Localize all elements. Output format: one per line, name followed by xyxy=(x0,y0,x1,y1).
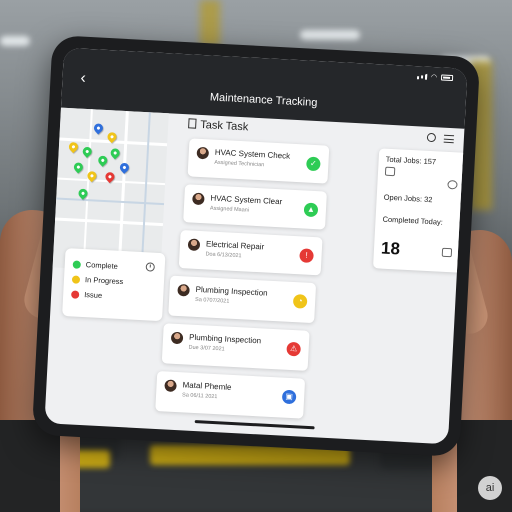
map-pin[interactable] xyxy=(118,161,131,174)
total-jobs: Total Jobs: 157 xyxy=(385,154,437,167)
avatar xyxy=(177,283,190,297)
alert-icon: ! xyxy=(299,248,314,264)
avatar xyxy=(192,192,205,206)
check-icon: ▲ xyxy=(303,202,319,218)
task-card[interactable]: Plumbing Inspection Sa 0707/2021 ◔ xyxy=(168,275,317,324)
tablet-device: ◠ ‹ Maintenance Tracking Complete In Pro… xyxy=(31,35,481,457)
progress-icon: ◔ xyxy=(292,294,308,309)
legend-label: Issue xyxy=(83,290,103,301)
search-icon[interactable] xyxy=(426,132,437,143)
info-icon: ▣ xyxy=(281,389,297,405)
map-pin[interactable] xyxy=(92,121,105,135)
task-list-title: Task Task xyxy=(188,118,249,134)
legend-item-issue: Issue xyxy=(71,286,156,305)
menu-icon[interactable] xyxy=(443,134,455,144)
chart-icon xyxy=(384,166,396,177)
task-card[interactable]: Electrical Repair Doa 6/13/2021 ! xyxy=(178,230,323,276)
task-name: Electrical Repair xyxy=(205,239,265,252)
task-card[interactable]: Matal Phemle Sa 06/11 2021 ▣ xyxy=(155,371,306,419)
task-name: Matal Phemle xyxy=(182,380,232,392)
legend-label: Complete xyxy=(85,260,119,271)
task-name: HVAC System Check xyxy=(214,147,291,161)
gear-icon xyxy=(447,179,458,190)
battery-icon xyxy=(440,74,454,82)
task-card[interactable]: HVAC System Check Assigned Technician ✓ xyxy=(187,138,330,184)
avatar xyxy=(187,238,201,252)
signal-icon xyxy=(414,73,428,80)
status-bar: ◠ xyxy=(414,72,454,82)
map-pin[interactable] xyxy=(72,160,85,174)
completed-today-value: 18 xyxy=(380,238,401,259)
status-dot xyxy=(71,274,81,284)
task-subtitle: Due 3/07 2021 xyxy=(188,344,225,353)
completed-today-label: Completed Today: xyxy=(382,214,444,227)
ai-badge: ai xyxy=(478,476,502,500)
map-pin[interactable] xyxy=(108,146,122,160)
map-pin[interactable] xyxy=(96,154,110,167)
status-dot xyxy=(71,289,80,299)
alert-icon: ⚠ xyxy=(286,341,302,357)
avatar xyxy=(196,146,210,160)
avatar xyxy=(170,331,184,345)
open-jobs: Open Jobs: 32 xyxy=(383,192,433,205)
task-name: HVAC System Clear xyxy=(210,193,283,207)
task-card[interactable]: HVAC System Clear Assigned Maani ▲ xyxy=(183,184,327,230)
task-subtitle: Assigned Technician xyxy=(214,159,265,169)
legend-label: In Progress xyxy=(84,275,124,287)
stats-panel: Total Jobs: 157 Open Jobs: 32 Completed … xyxy=(373,148,468,273)
task-subtitle: Sa 06/11 2021 xyxy=(181,392,218,401)
wifi-icon: ◠ xyxy=(430,73,438,82)
check-icon: ✓ xyxy=(306,156,321,172)
task-card[interactable]: Plumbing Inspection Due 3/07 2021 ⚠ xyxy=(161,323,310,371)
task-subtitle: Assigned Maani xyxy=(209,205,250,214)
task-name: Plumbing Inspection xyxy=(188,332,262,346)
map-pin[interactable] xyxy=(67,140,80,154)
task-subtitle: Doa 6/13/2021 xyxy=(205,251,242,260)
status-legend: Complete In Progress Issue xyxy=(62,248,166,322)
tablet-screen: ◠ ‹ Maintenance Tracking Complete In Pro… xyxy=(44,47,468,445)
task-name: Plumbing Inspection xyxy=(195,284,268,298)
map-pin[interactable] xyxy=(80,145,94,158)
status-dot xyxy=(72,259,82,269)
wrench-icon xyxy=(441,247,453,258)
task-subtitle: Sa 0707/2021 xyxy=(194,296,230,305)
avatar xyxy=(164,379,177,393)
home-indicator[interactable] xyxy=(194,420,315,430)
